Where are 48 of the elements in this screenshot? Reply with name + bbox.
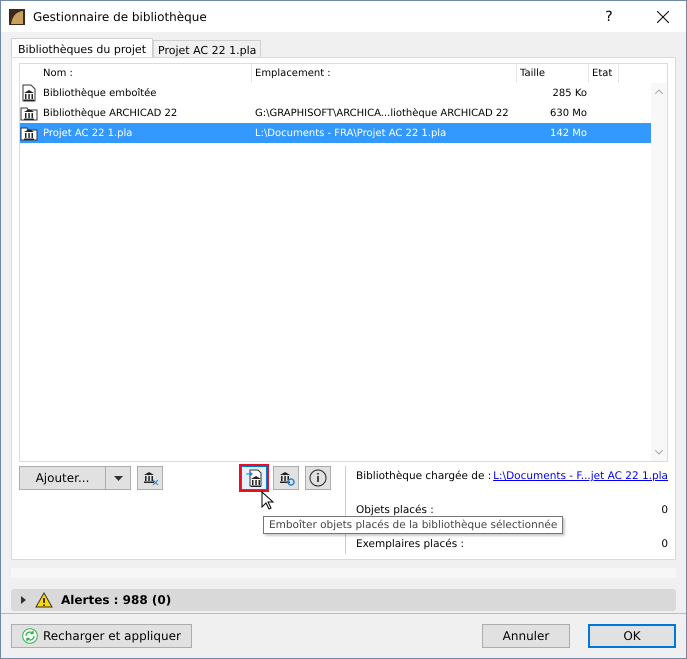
reload-button[interactable]: Recharger et appliquer (11, 624, 192, 648)
warning-icon (35, 592, 53, 608)
info-icon (309, 469, 327, 487)
caret-icon[interactable] (114, 476, 122, 480)
column-header[interactable]: Taille (517, 64, 589, 83)
close-icon[interactable] (657, 10, 669, 22)
loaded-from-link[interactable]: L:\Documents - F...jet AC 22 1.pla (493, 470, 668, 483)
dialog-button[interactable]: Annuler (482, 624, 570, 648)
help-button[interactable]: ? (586, 8, 632, 24)
column-header[interactable]: Nom : (40, 64, 252, 83)
library-remove-icon (141, 469, 159, 487)
library-settings-button[interactable] (273, 466, 299, 490)
location-cell-text: G:\GRAPHISOFT\ARCHICA...liothèque ARCHICAD 22 (254, 108, 510, 118)
stat-label: Exemplaires placés : (356, 538, 464, 551)
stat-value: 0 (661, 538, 668, 551)
info-button[interactable] (305, 466, 331, 490)
alerts-bar[interactable]: Alertes : 988 (0) (11, 589, 676, 611)
name-cell-text: Bibliothèque emboîtée (42, 88, 158, 98)
app-icon (9, 8, 25, 24)
embed-button[interactable] (241, 466, 267, 490)
stat-value: 0 (661, 504, 668, 517)
tooltip: Emboîter objets placés de la bibliothèque sélectionnée (263, 516, 564, 534)
table-row[interactable]: Bibliothèque ARCHICAD 22 G:\GRAPHISOFT\ARCHICA...liothèque ARCHICAD 22 630 Mo (20, 103, 651, 123)
tab[interactable]: Bibliothèques du projet (11, 38, 154, 57)
library-gear-icon (277, 469, 295, 487)
mouse-cursor-icon (261, 491, 275, 511)
name-cell-text: Projet AC 22 1.pla (42, 128, 134, 138)
stat-label: Objets placés : (356, 504, 434, 517)
size-cell-text: 142 Mo (548, 128, 588, 138)
size-cell-text: 630 Mo (548, 108, 588, 118)
add-button[interactable]: Ajouter... (20, 467, 106, 489)
column-header[interactable]: Emplacement : (252, 64, 517, 83)
size-cell-text: 285 Ko (552, 88, 588, 98)
window-title: Gestionnaire de bibliothèque (33, 10, 208, 24)
add-dropdown[interactable]: Ajouter... (19, 466, 131, 490)
expand-icon[interactable] (19, 596, 27, 604)
column-header[interactable]: Etat (589, 64, 619, 83)
table-row[interactable]: Bibliothèque emboîtée 285 Ko (20, 83, 651, 103)
loaded-from-label: Bibliothèque chargée de : (356, 470, 492, 483)
location-cell-text: L:\Documents - FRA\Projet AC 22 1.pla (254, 128, 448, 138)
dialog-button[interactable]: OK (588, 624, 676, 648)
library-file-icon (20, 84, 38, 102)
refresh-icon (22, 628, 38, 644)
tab[interactable]: Projet AC 22 1.pla (153, 40, 262, 57)
remove-library-button[interactable] (137, 466, 163, 490)
embed-library-icon (245, 469, 263, 487)
name-cell-text: Bibliothèque ARCHICAD 22 (42, 108, 178, 118)
alerts-label: Alertes : 988 (0) (61, 593, 172, 607)
